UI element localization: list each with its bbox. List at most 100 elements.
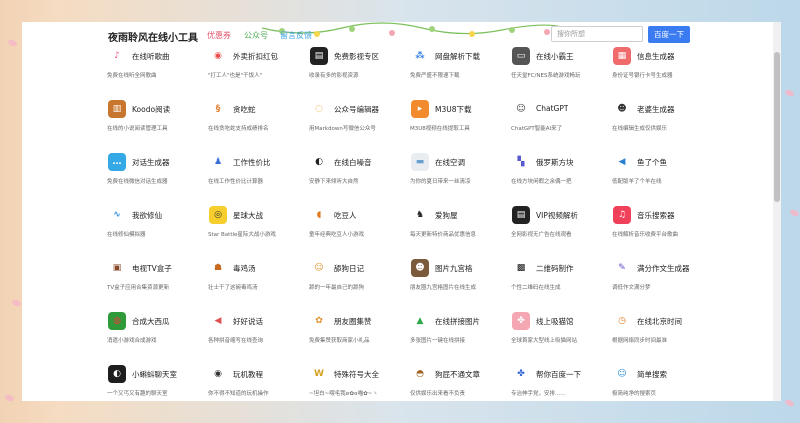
tool-name: 简单搜索	[637, 370, 667, 379]
tool-card[interactable]: ◖ 吃豆人 童年经典吃豆人小游戏	[306, 203, 407, 256]
music-app-icon: ♫	[613, 206, 631, 224]
tool-card[interactable]: ▸ M3U8下载 M3U8视频在线提取工具	[407, 97, 508, 150]
tool-card[interactable]: ✎ 满分作文生成器 调低作文满分梦	[609, 256, 710, 309]
tool-name: Koodo阅读	[132, 105, 171, 114]
tool-card[interactable]: ▬ 在线空调 为你的夏日带来一丝清凉	[407, 150, 508, 203]
search-button[interactable]: 百度一下	[648, 26, 690, 43]
photo-color-wheel-icon: ✿	[310, 312, 328, 330]
tool-name: 线上吸猫馆	[536, 317, 574, 326]
tool-card[interactable]: ◀ 鱼了个鱼 低配版羊了个羊在线	[609, 150, 710, 203]
tool-card[interactable]: ♞ 爱狗屋 每天更新特价商品优惠信息	[407, 203, 508, 256]
tool-name: 朋友圈集赞	[334, 317, 372, 326]
search-mascot-icon: ☺	[613, 365, 631, 383]
m3u8-icon: ▸	[411, 100, 429, 118]
clapperboard-icon: ▤	[512, 206, 530, 224]
tool-card[interactable]: ◍ 合成大西瓜 消遣小游戏合成游戏	[104, 309, 205, 362]
tool-name: 吃豆人	[334, 211, 357, 220]
music-note-icon: ♪	[108, 47, 126, 65]
tool-card[interactable]: ☺ ChatGPT ChatGPT智能AI来了	[508, 97, 609, 150]
tool-card[interactable]: ◉ 玩机教程 你不得不知道的玩机操作	[205, 362, 306, 401]
clock-icon: ◷	[613, 312, 631, 330]
tool-card[interactable]: ◐ 在线白噪音 安静下来倾听大自然	[306, 150, 407, 203]
tool-name: 在线拼接图片	[435, 317, 480, 326]
tool-name: 满分作文生成器	[637, 264, 690, 273]
tool-card[interactable]: ▣ 电视TV盒子 TV盒子应用合集资源更新	[104, 256, 205, 309]
tool-card[interactable]: ◀ 好好说话 各种拼音缩写在线查询	[205, 309, 306, 362]
tool-name: VIP视频解析	[536, 211, 578, 220]
dragon-icon: ∿	[108, 206, 126, 224]
watermelon-icon: ◍	[108, 312, 126, 330]
tool-name: 在线北京时间	[637, 317, 682, 326]
tool-description: 在线解析音乐收费平台歌曲	[612, 232, 679, 238]
tool-name: 在线白噪音	[334, 158, 372, 167]
nav-link-feedback[interactable]: 留言反馈	[280, 30, 312, 41]
tool-card[interactable]: ♪ 在线听歌曲 免费在线听全网歌曲	[104, 44, 205, 97]
tool-name: 在线听歌曲	[132, 52, 170, 61]
tool-card[interactable]: ◌ 公众号编辑器 用Markdown写微信公众号	[306, 97, 407, 150]
tool-description: 你不得不知道的玩机操作	[208, 391, 269, 397]
tool-card[interactable]: ☺ 舔狗日记 舔的一年最自己的舔狗	[306, 256, 407, 309]
tool-card[interactable]: ♟ 工作性价比 在线工作性价比计算器	[205, 150, 306, 203]
tool-card[interactable]: … 对话生成器 免费在线微信对话生成器	[104, 150, 205, 203]
tool-name: 二维码制作	[536, 264, 574, 273]
tool-description: 收录有多的影视资源	[309, 73, 359, 79]
tool-card[interactable]: ♫ 音乐搜索器 在线解析音乐收费平台歌曲	[609, 203, 710, 256]
megaphone-icon: ◀	[209, 312, 227, 330]
tool-card[interactable]: ◐ 小蝌蚪聊天室 一个又丐又有趣的聊天室	[104, 362, 205, 401]
tool-card[interactable]: ☺ 简单搜索 极简纯净的搜索页	[609, 362, 710, 401]
tool-name: 舔狗日记	[334, 264, 364, 273]
tool-name: 星球大战	[233, 211, 263, 220]
tool-card[interactable]: ◎ 星球大战 Star Battle星际大战小游戏	[205, 203, 306, 256]
qrcode-icon: ▩	[512, 259, 530, 277]
robot-icon: ☺	[512, 100, 530, 118]
mountain-image-icon: ▲	[411, 312, 429, 330]
tool-card[interactable]: ▦ 信息生成器 身份证号银行卡号生成器	[609, 44, 710, 97]
tool-card[interactable]: ☻ 老婆生成器 在线编辑生成仅供娱乐	[609, 97, 710, 150]
tool-name: 我欲修仙	[132, 211, 162, 220]
nav-link-official-account[interactable]: 公众号	[244, 30, 268, 41]
shiba-dog-icon: ☺	[310, 259, 328, 277]
tool-description: 仅供娱乐出来看不负责	[410, 391, 466, 397]
tool-card[interactable]: ☗ 毒鸡汤 壮士干了这碗毒鸡汤	[205, 256, 306, 309]
tv-icon: ▣	[108, 259, 126, 277]
tool-name: 合成大西瓜	[132, 317, 170, 326]
tool-description: 在线修仙模拟器	[107, 232, 146, 238]
search-input[interactable]	[551, 26, 643, 42]
tool-description: 在线的小说阅读管理工具	[107, 126, 168, 132]
book-icon: ▥	[108, 100, 126, 118]
tool-card[interactable]: ✤ 帮你百度一下 专治伸手党，安排......	[508, 362, 609, 401]
tool-card[interactable]: § 贪吃蛇 在线贪吃蛇支持成绩排名	[205, 97, 306, 150]
nav-link-coupon[interactable]: 优惠券	[207, 30, 231, 41]
tool-card[interactable]: ∿ 我欲修仙在线修仙模拟器	[104, 203, 205, 256]
cloud-share-icon: ⁂	[411, 47, 429, 65]
tool-card[interactable]: ◓ 狗屁不通文章 仅供娱乐出来看不负责	[407, 362, 508, 401]
tool-card[interactable]: ☻ 图片九宫格 朋友圈九宫格图片在线生成	[407, 256, 508, 309]
tool-card[interactable]: ▭ 在线小霸王 任天堂FC/NES系统游戏畅玩	[508, 44, 609, 97]
tool-name: 在线空调	[435, 158, 465, 167]
tool-name: M3U8下载	[435, 105, 472, 114]
tool-name: 图片九宫格	[435, 264, 473, 273]
tool-name: 信息生成器	[637, 52, 675, 61]
tool-description: 在线方块闲暇之余偶一把	[511, 179, 572, 185]
chat-bubble-icon: …	[108, 153, 126, 171]
tool-description: 任天堂FC/NES系统游戏畅玩	[511, 73, 581, 79]
tool-card[interactable]: ✿ 朋友圈集赞 免费集赞获取商家小礼品	[306, 309, 407, 362]
tool-card[interactable]: ⁂ 网盘解析下载 免费严盛不限速下载	[407, 44, 508, 97]
tool-card[interactable]: ◷ 在线北京时间 根据网络同步时间最准	[609, 309, 710, 362]
tool-card[interactable]: W 特殊符号大全 ~坦白~喂毛我ʚ✿ɞ喵✿~ヽ	[306, 362, 407, 401]
scrollbar-thumb[interactable]	[774, 52, 780, 202]
fish-icon: ◀	[613, 153, 631, 171]
tool-card[interactable]: ▤ VIP视频解析 全网影视无广告在线观看	[508, 203, 609, 256]
tool-card[interactable]: ◉ 外卖折扣红包 "打工人"也是"干饭人"	[205, 44, 306, 97]
tool-card[interactable]: ▩ 二维码制作个性二维码在线生成	[508, 256, 609, 309]
tool-card[interactable]: ▥ Koodo阅读在线的小说阅读管理工具	[104, 97, 205, 150]
tool-name: 贪吃蛇	[233, 105, 256, 114]
tool-name: 网盘解析下载	[435, 52, 480, 61]
tool-card[interactable]: ▤ 免费影视专区 收录有多的影视资源	[306, 44, 407, 97]
tool-card[interactable]: ▲ 在线拼接图片 多张图片一键在线拼接	[407, 309, 508, 362]
tool-card[interactable]: ▚ 俄罗斯方块 在线方块闲暇之余偶一把	[508, 150, 609, 203]
tool-description: 个性二维码在线生成	[511, 285, 561, 291]
tool-grid: ♪ 在线听歌曲 免费在线听全网歌曲 ◉ 外卖折扣红包 "打工人"也是"干饭人" ▤ 免费影视专…	[104, 44, 714, 401]
tool-card[interactable]: ✤ 线上吸猫馆 全球首家大型线上吸猫网站	[508, 309, 609, 362]
tool-description: 童年经典吃豆人小游戏	[309, 232, 365, 238]
